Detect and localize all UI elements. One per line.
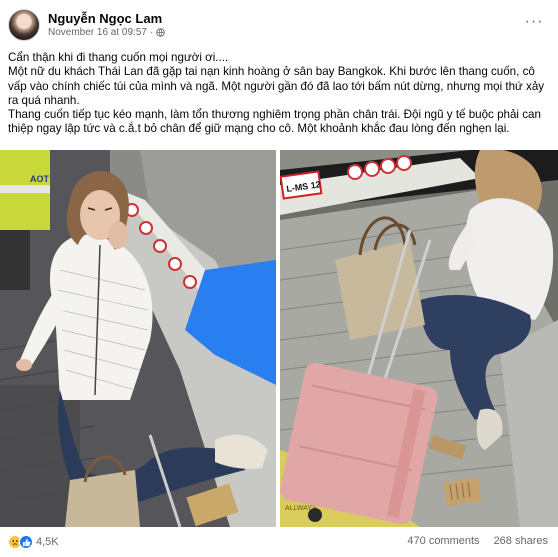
post-text-paragraph-2: Một nữ du khách Thái Lan đã gặp tai nạn …	[8, 65, 545, 107]
post-photo-right[interactable]: L-MS 12 ALLWAYS	[280, 150, 558, 527]
shares-count[interactable]: 268 shares	[494, 535, 548, 547]
reactions-count[interactable]: 4,5K	[36, 536, 59, 548]
post-header: Nguyễn Ngọc Lam November 16 at 09:57 · ·…	[0, 0, 558, 44]
engagement-counts: 470 comments 268 shares	[407, 535, 548, 547]
meta-separator: ·	[149, 27, 154, 38]
more-options-button[interactable]: ···	[520, 10, 548, 34]
post-text-line-1: Cẩn thận khi đi thang cuốn mọi người ơi.…	[8, 51, 229, 64]
escalator-suitcase-photo: L-MS 12 ALLWAYS	[280, 150, 558, 527]
post-photo-left[interactable]: AOT	[0, 150, 276, 527]
post-meta: November 16 at 09:57 ·	[48, 27, 166, 38]
post-text-paragraph-3: Thang cuốn tiếp tục kéo mạnh, làm tổn th…	[8, 108, 541, 136]
globe-icon	[156, 28, 166, 37]
avatar[interactable]	[8, 9, 40, 41]
comments-count[interactable]: 470 comments	[407, 535, 479, 547]
post-footer: 4,5K 470 comments 268 shares	[0, 528, 558, 557]
vest-text: AOT	[30, 174, 50, 184]
like-react-icon	[19, 535, 33, 549]
author-name[interactable]: Nguyễn Ngọc Lam	[48, 11, 162, 26]
post-text: Cẩn thận khi đi thang cuốn mọi người ơi.…	[8, 51, 553, 137]
post-date[interactable]: November 16 at 09:57	[48, 27, 147, 38]
reactions-summary[interactable]: 4,5K	[8, 535, 59, 549]
escalator-woman-photo: AOT	[0, 150, 276, 527]
